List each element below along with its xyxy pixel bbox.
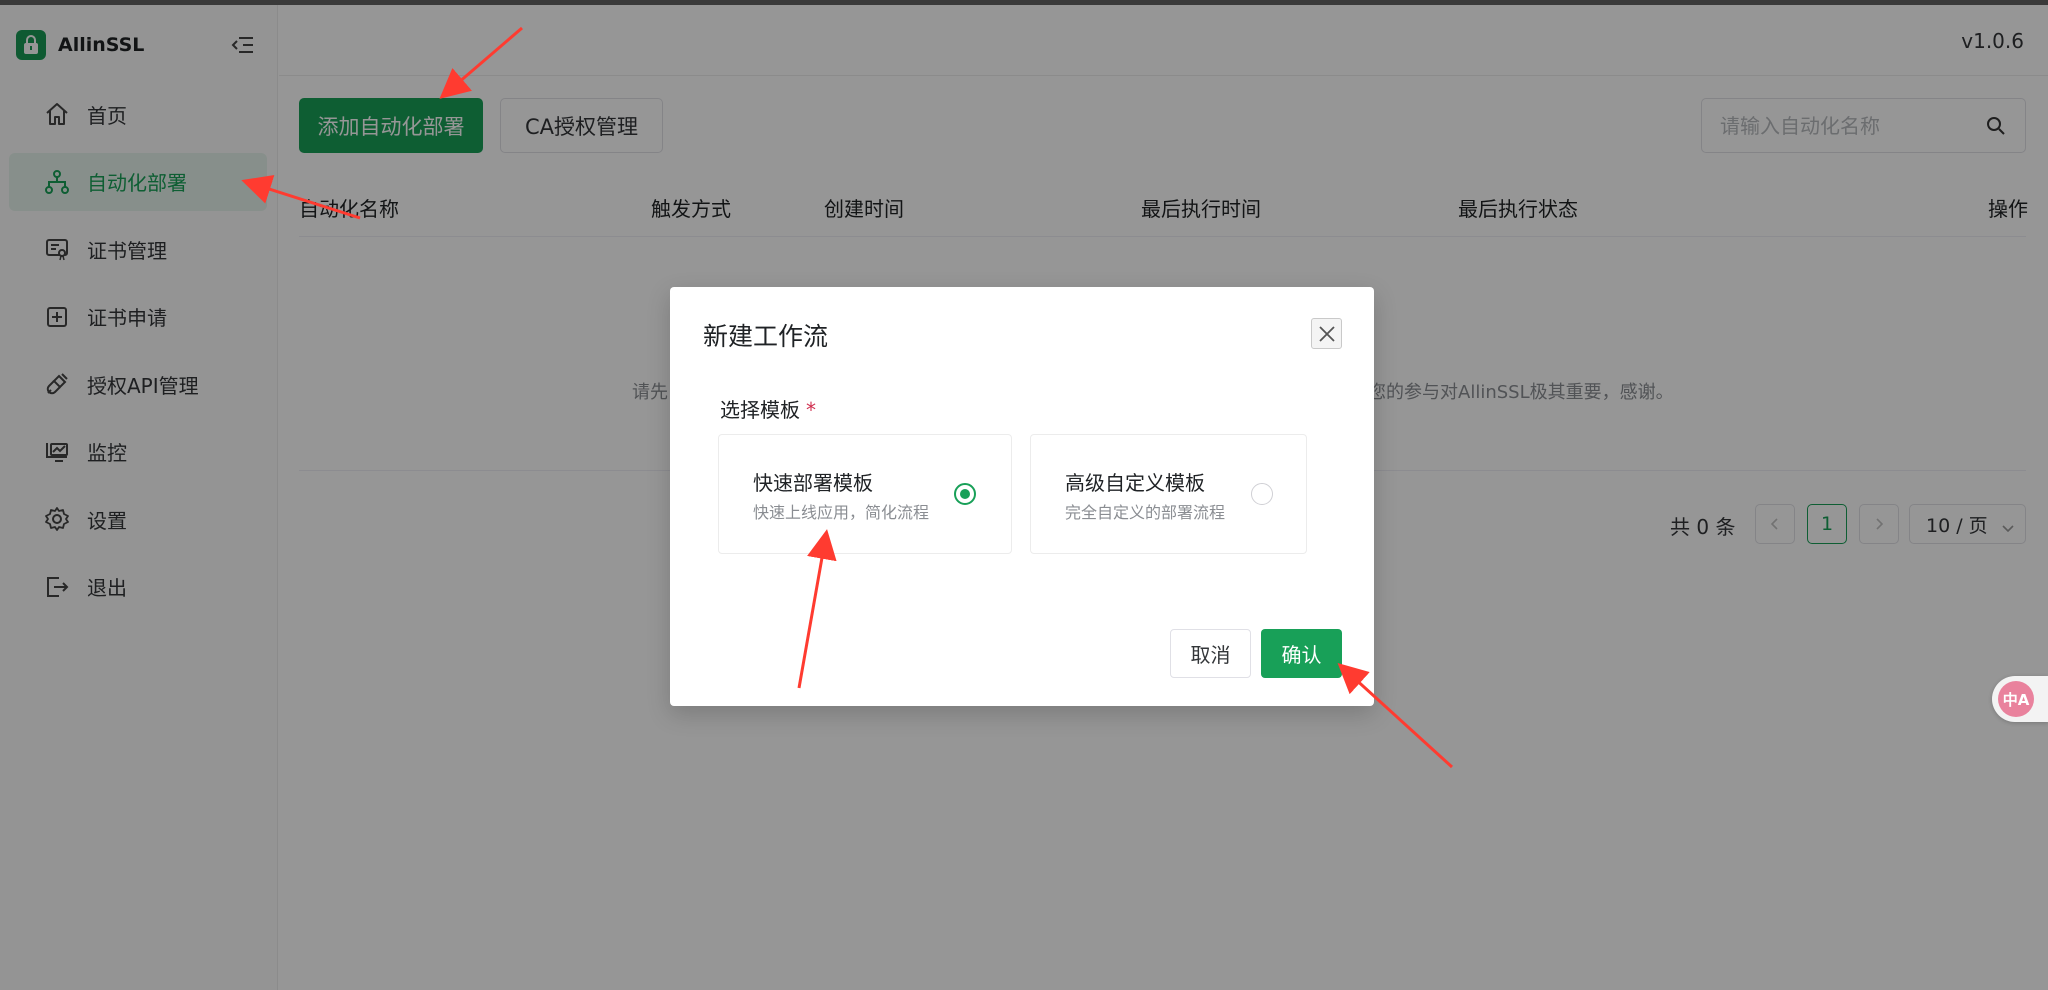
template-field-label: 选择模板 * [720, 394, 816, 423]
close-icon [1318, 325, 1335, 342]
dialog-title: 新建工作流 [703, 322, 829, 351]
template-title: 高级自定义模板 [1065, 471, 1205, 495]
template-card-quick-deploy[interactable]: 快速部署模板 快速上线应用，简化流程 [718, 434, 1012, 554]
translate-icon: 中A [1998, 681, 2034, 717]
field-label-text: 选择模板 [720, 398, 800, 422]
confirm-button[interactable]: 确认 [1261, 629, 1342, 678]
template-card-advanced-custom[interactable]: 高级自定义模板 完全自定义的部署流程 [1030, 434, 1307, 554]
translate-widget[interactable]: 中A [1992, 676, 2048, 722]
template-radio[interactable] [1251, 483, 1273, 505]
new-workflow-dialog: 新建工作流 选择模板 * 快速部署模板 快速上线应用，简化流程 高级自定义模板 完… [670, 287, 1374, 706]
required-mark: * [806, 398, 816, 422]
close-button[interactable] [1311, 318, 1342, 349]
template-desc: 完全自定义的部署流程 [1065, 503, 1226, 522]
template-desc: 快速上线应用，简化流程 [753, 503, 930, 522]
template-title: 快速部署模板 [753, 471, 873, 495]
template-radio-checked[interactable] [954, 483, 976, 505]
cancel-button[interactable]: 取消 [1170, 629, 1251, 678]
